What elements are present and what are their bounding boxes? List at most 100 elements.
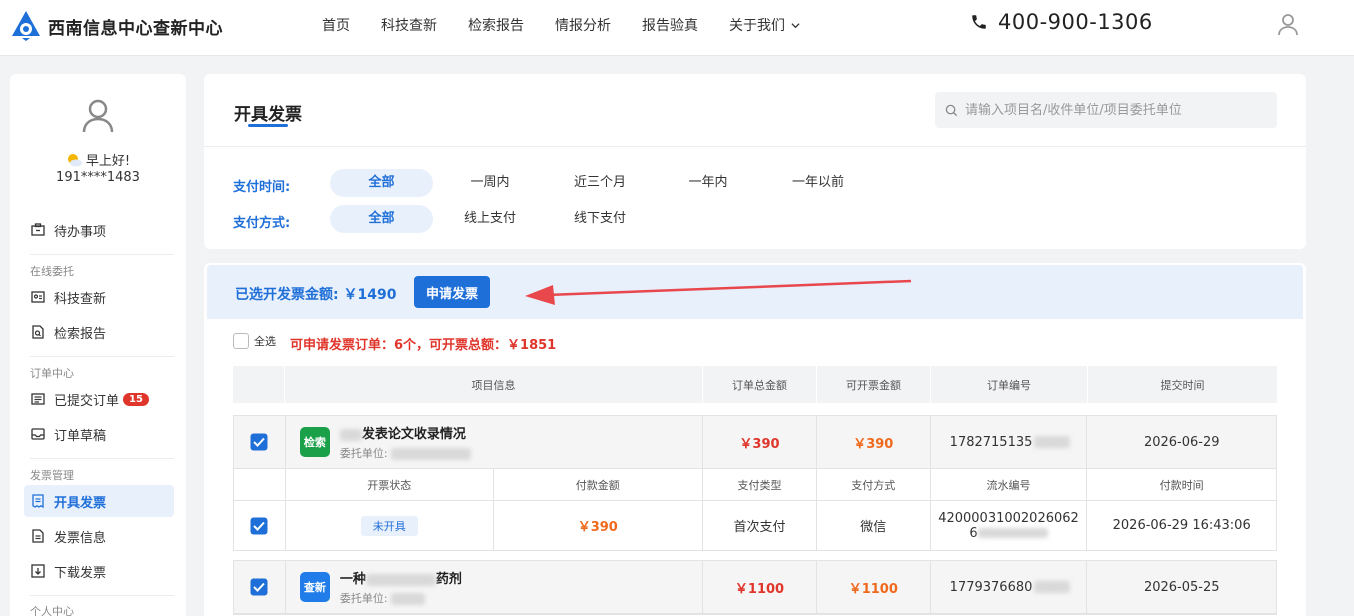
brand-name: 西南信息中心查新中心 (48, 18, 223, 39)
order-main-row: 查新 一种 药剂 委托单位: ￥1100 ￥1100 1779376680 202… (234, 561, 1276, 614)
group-online: 在线委托 (30, 265, 74, 278)
hotline: 400-900-1306 (970, 10, 1153, 34)
invoiceable-value: ￥390 (853, 436, 894, 452)
chevron-down-icon (791, 22, 800, 28)
brand-logo[interactable]: 西南信息中心查新中心 (10, 10, 223, 42)
pay-col-check (234, 469, 286, 500)
group-invoice: 发票管理 (30, 469, 74, 482)
client-label: 委托单位: (339, 447, 388, 460)
pay-method-offline[interactable]: 线下支付 (550, 205, 650, 233)
invoice-icon (32, 494, 44, 509)
order-number: 1782715135 (931, 416, 1088, 468)
select-all[interactable]: 全选 (233, 333, 276, 349)
nav-search-report[interactable]: 检索报告 (468, 15, 524, 35)
pay-method-label: 支付方式: (233, 216, 291, 231)
nav-analysis[interactable]: 情报分析 (555, 15, 611, 35)
pay-col-status: 开票状态 (286, 469, 494, 500)
pay-time-older[interactable]: 一年以前 (768, 169, 868, 197)
sidebar-item-novelty[interactable]: 科技查新 (24, 281, 174, 313)
pay-col-serial: 流水编号 (931, 469, 1088, 500)
user-icon[interactable] (1276, 12, 1300, 36)
pay-col-time: 付款时间 (1159, 478, 1204, 492)
sidebar-item-label: 已提交订单 (54, 393, 120, 409)
sidebar-item-label: 发票信息 (54, 530, 107, 546)
greeting: 早上好! (10, 150, 186, 169)
pay-check-cell (234, 501, 286, 550)
order-total: ￥390 (703, 416, 817, 468)
payment-type: 首次支付 (703, 501, 817, 550)
col-invoiceable: 可开票金额 (817, 366, 931, 403)
type-tag: 查新 (299, 572, 330, 602)
nav-about-label: 关于我们 (729, 18, 785, 34)
serial-number-line2: 6 (969, 526, 1048, 541)
order-row: 查新 一种 药剂 委托单位: ￥1100 ￥1100 1779376680 202… (233, 560, 1277, 615)
project-text: 一种 药剂 委托单位: (340, 568, 462, 606)
download-icon (31, 564, 45, 578)
sidebar-item-draft[interactable]: 订单草稿 (24, 418, 174, 450)
sidebar-item-label: 待办事项 (54, 224, 107, 240)
client-unit: 委托单位: (339, 445, 472, 461)
submitted-count-badge: 15 (123, 392, 149, 406)
sidebar-item-issue-invoice[interactable]: 开具发票 (24, 485, 174, 517)
pay-time-3months[interactable]: 近三个月 (550, 169, 650, 197)
sidebar-item-invoice-info[interactable]: 发票信息 (24, 520, 174, 552)
invoice-summary: 可申请发票订单：6个，可开票总额：￥1851 (290, 338, 557, 353)
nav-home[interactable]: 首页 (322, 15, 350, 35)
col-check (233, 366, 285, 403)
pay-col-amount: 付款金额 (494, 469, 704, 500)
page-title: 开具发票 (234, 105, 302, 125)
group-order: 订单中心 (30, 367, 74, 380)
redacted-text (391, 448, 472, 460)
redacted-text (1034, 581, 1071, 593)
logo-icon (12, 11, 40, 41)
payment-amount: ￥390 (494, 501, 704, 550)
project-info[interactable]: 查新 一种 药剂 委托单位: (286, 561, 704, 613)
pay-time-all[interactable]: 全部 (330, 169, 433, 197)
sidebar-item-submitted[interactable]: 已提交订单 15 (24, 383, 174, 415)
document-search-icon (32, 325, 44, 339)
sidebar-item-todo[interactable]: 待办事项 (24, 214, 174, 246)
sidebar-item-search-report[interactable]: 检索报告 (24, 316, 174, 348)
filter-card: 开具发票 支付时间: 全部 一周内 近三个月 一年内 一年以前 支付方式: 全部… (204, 74, 1306, 249)
table-header: 项目信息 订单总金额 可开票金额 订单编号 提交时间 (233, 366, 1277, 403)
submit-time: 2026-05-25 (1087, 561, 1276, 613)
sidebar-item-label: 检索报告 (54, 326, 107, 342)
payment-method: 微信 (817, 501, 931, 550)
order-total-value: ￥1100 (734, 581, 785, 597)
pay-time-week[interactable]: 一周内 (440, 169, 540, 197)
apply-invoice-button[interactable]: 申请发票 (414, 276, 490, 308)
client-label: 委托单位: (339, 592, 388, 605)
order-number-value: 1779376680 (949, 579, 1033, 595)
payment-header-row: 开票状态 付款金额 支付类型 支付方式 流水编号 付款时间 (234, 469, 1276, 501)
order-number: 1779376680 (931, 561, 1088, 613)
pay-method-online[interactable]: 线上支付 (440, 205, 540, 233)
payment-time: 2026-06-29 16:43:06 (1112, 518, 1251, 533)
order-total: ￥1100 (703, 561, 817, 613)
nav-about[interactable]: 关于我们 (729, 15, 800, 35)
search-input[interactable] (965, 102, 1265, 118)
file-info-icon (32, 529, 44, 543)
pay-method-all[interactable]: 全部 (330, 205, 433, 233)
greeting-text: 早上好! (85, 154, 131, 169)
checkbox-checked-icon[interactable] (250, 433, 268, 451)
sidebar-item-download[interactable]: 下载发票 (24, 555, 174, 587)
nav-novelty[interactable]: 科技查新 (381, 15, 437, 35)
pay-time-year[interactable]: 一年内 (658, 169, 758, 197)
col-project: 项目信息 (285, 366, 703, 403)
invoiceable-value: ￥1100 (848, 581, 898, 597)
select-all-checkbox[interactable] (233, 333, 249, 349)
id-card-icon (31, 291, 45, 303)
checkbox-checked-icon[interactable] (250, 517, 268, 535)
order-number-value: 1782715135 (949, 434, 1033, 450)
submit-time-value: 2026-06-29 (1143, 434, 1220, 450)
submit-time-value: 2026-05-25 (1143, 579, 1220, 595)
project-info[interactable]: 检索 发表论文收录情况 委托单位: (286, 416, 704, 468)
search-box[interactable] (935, 92, 1277, 128)
client-unit: 委托单位: (340, 590, 462, 606)
serial-number: 42000031002026062 6 (931, 501, 1088, 550)
sidebar-item-label: 订单草稿 (54, 428, 107, 444)
col-total: 订单总金额 (703, 366, 817, 403)
nav-verify[interactable]: 报告验真 (642, 15, 698, 35)
checkbox-checked-icon[interactable] (250, 578, 268, 596)
payment-amount-value: ￥390 (577, 520, 618, 535)
